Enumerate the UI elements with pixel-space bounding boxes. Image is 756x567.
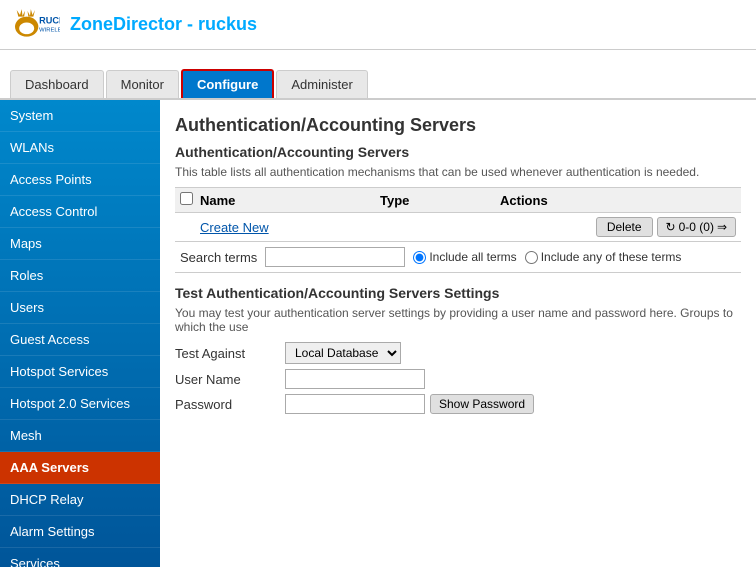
col-header-actions: Actions bbox=[500, 193, 736, 208]
password-input[interactable] bbox=[285, 394, 425, 414]
test-section: Test Authentication/Accounting Servers S… bbox=[175, 285, 741, 414]
radio-include-all[interactable] bbox=[413, 251, 426, 264]
create-new-button[interactable]: Create New bbox=[200, 220, 269, 235]
sidebar-item-guest-access[interactable]: Guest Access bbox=[0, 324, 160, 356]
tab-configure[interactable]: Configure bbox=[181, 69, 274, 98]
actions-area: Delete ↻ 0-0 (0) ⇒ bbox=[596, 217, 736, 237]
sidebar-item-alarm-settings[interactable]: Alarm Settings bbox=[0, 516, 160, 548]
table-header: Name Type Actions bbox=[175, 187, 741, 213]
show-password-button[interactable]: Show Password bbox=[430, 394, 534, 414]
tab-dashboard[interactable]: Dashboard bbox=[10, 70, 104, 98]
svg-text:RUCKUS: RUCKUS bbox=[39, 15, 60, 25]
header: RUCKUS WIRELESS ZoneDirector - ruckus bbox=[0, 0, 756, 50]
test-section-title: Test Authentication/Accounting Servers S… bbox=[175, 285, 741, 301]
radio-include-any[interactable] bbox=[525, 251, 538, 264]
section-title: Authentication/Accounting Servers bbox=[175, 144, 741, 160]
refresh-icon: ↻ bbox=[666, 220, 676, 234]
test-against-select[interactable]: Local Database bbox=[285, 342, 401, 364]
sidebar-item-aaa-servers[interactable]: AAA Servers bbox=[0, 452, 160, 484]
delete-button[interactable]: Delete bbox=[596, 217, 653, 237]
search-input[interactable] bbox=[265, 247, 405, 267]
sidebar-item-users[interactable]: Users bbox=[0, 292, 160, 324]
user-name-label: User Name bbox=[175, 372, 285, 387]
logo: RUCKUS WIRELESS bbox=[10, 7, 60, 43]
password-row: Password Show Password bbox=[175, 394, 741, 414]
select-all-checkbox[interactable] bbox=[180, 192, 193, 205]
user-name-input[interactable] bbox=[285, 369, 425, 389]
sidebar-item-hotspot-services[interactable]: Hotspot Services bbox=[0, 356, 160, 388]
counter-button[interactable]: ↻ 0-0 (0) ⇒ bbox=[657, 217, 736, 237]
sidebar-item-hotspot-2-services[interactable]: Hotspot 2.0 Services bbox=[0, 388, 160, 420]
export-icon: ⇒ bbox=[717, 220, 727, 234]
radio-any-text: Include any of these terms bbox=[541, 250, 682, 264]
page-title: Authentication/Accounting Servers bbox=[175, 115, 741, 136]
svg-text:WIRELESS: WIRELESS bbox=[39, 27, 60, 33]
counter-value: 0-0 (0) bbox=[679, 220, 714, 234]
sidebar-item-services[interactable]: Services bbox=[0, 548, 160, 567]
main-layout: System WLANs Access Points Access Contro… bbox=[0, 100, 756, 567]
col-header-type: Type bbox=[380, 193, 500, 208]
tab-monitor[interactable]: Monitor bbox=[106, 70, 179, 98]
sidebar-item-access-control[interactable]: Access Control bbox=[0, 196, 160, 228]
radio-all-label[interactable]: Include all terms bbox=[413, 250, 516, 264]
sidebar-item-dhcp-relay[interactable]: DHCP Relay bbox=[0, 484, 160, 516]
test-against-label: Test Against bbox=[175, 346, 285, 361]
nav-tabs: Dashboard Monitor Configure Administer bbox=[0, 50, 756, 100]
search-label: Search terms bbox=[180, 250, 257, 265]
user-name-row: User Name bbox=[175, 369, 741, 389]
sidebar-item-access-points[interactable]: Access Points bbox=[0, 164, 160, 196]
create-row: Create New Delete ↻ 0-0 (0) ⇒ bbox=[175, 213, 741, 242]
sidebar: System WLANs Access Points Access Contro… bbox=[0, 100, 160, 567]
tab-administer[interactable]: Administer bbox=[276, 70, 367, 98]
sidebar-item-system[interactable]: System bbox=[0, 100, 160, 132]
sidebar-item-wlans[interactable]: WLANs bbox=[0, 132, 160, 164]
content-area: Authentication/Accounting Servers Authen… bbox=[160, 100, 756, 567]
radio-any-label[interactable]: Include any of these terms bbox=[525, 250, 682, 264]
section-desc: This table lists all authentication mech… bbox=[175, 165, 741, 179]
password-label: Password bbox=[175, 397, 285, 412]
search-row: Search terms Include all terms Include a… bbox=[175, 242, 741, 273]
test-section-desc: You may test your authentication server … bbox=[175, 306, 741, 334]
sidebar-item-mesh[interactable]: Mesh bbox=[0, 420, 160, 452]
test-against-row: Test Against Local Database bbox=[175, 342, 741, 364]
app-title: ZoneDirector - ruckus bbox=[70, 14, 257, 35]
sidebar-item-maps[interactable]: Maps bbox=[0, 228, 160, 260]
col-header-name: Name bbox=[200, 193, 380, 208]
sidebar-item-roles[interactable]: Roles bbox=[0, 260, 160, 292]
radio-all-text: Include all terms bbox=[429, 250, 516, 264]
